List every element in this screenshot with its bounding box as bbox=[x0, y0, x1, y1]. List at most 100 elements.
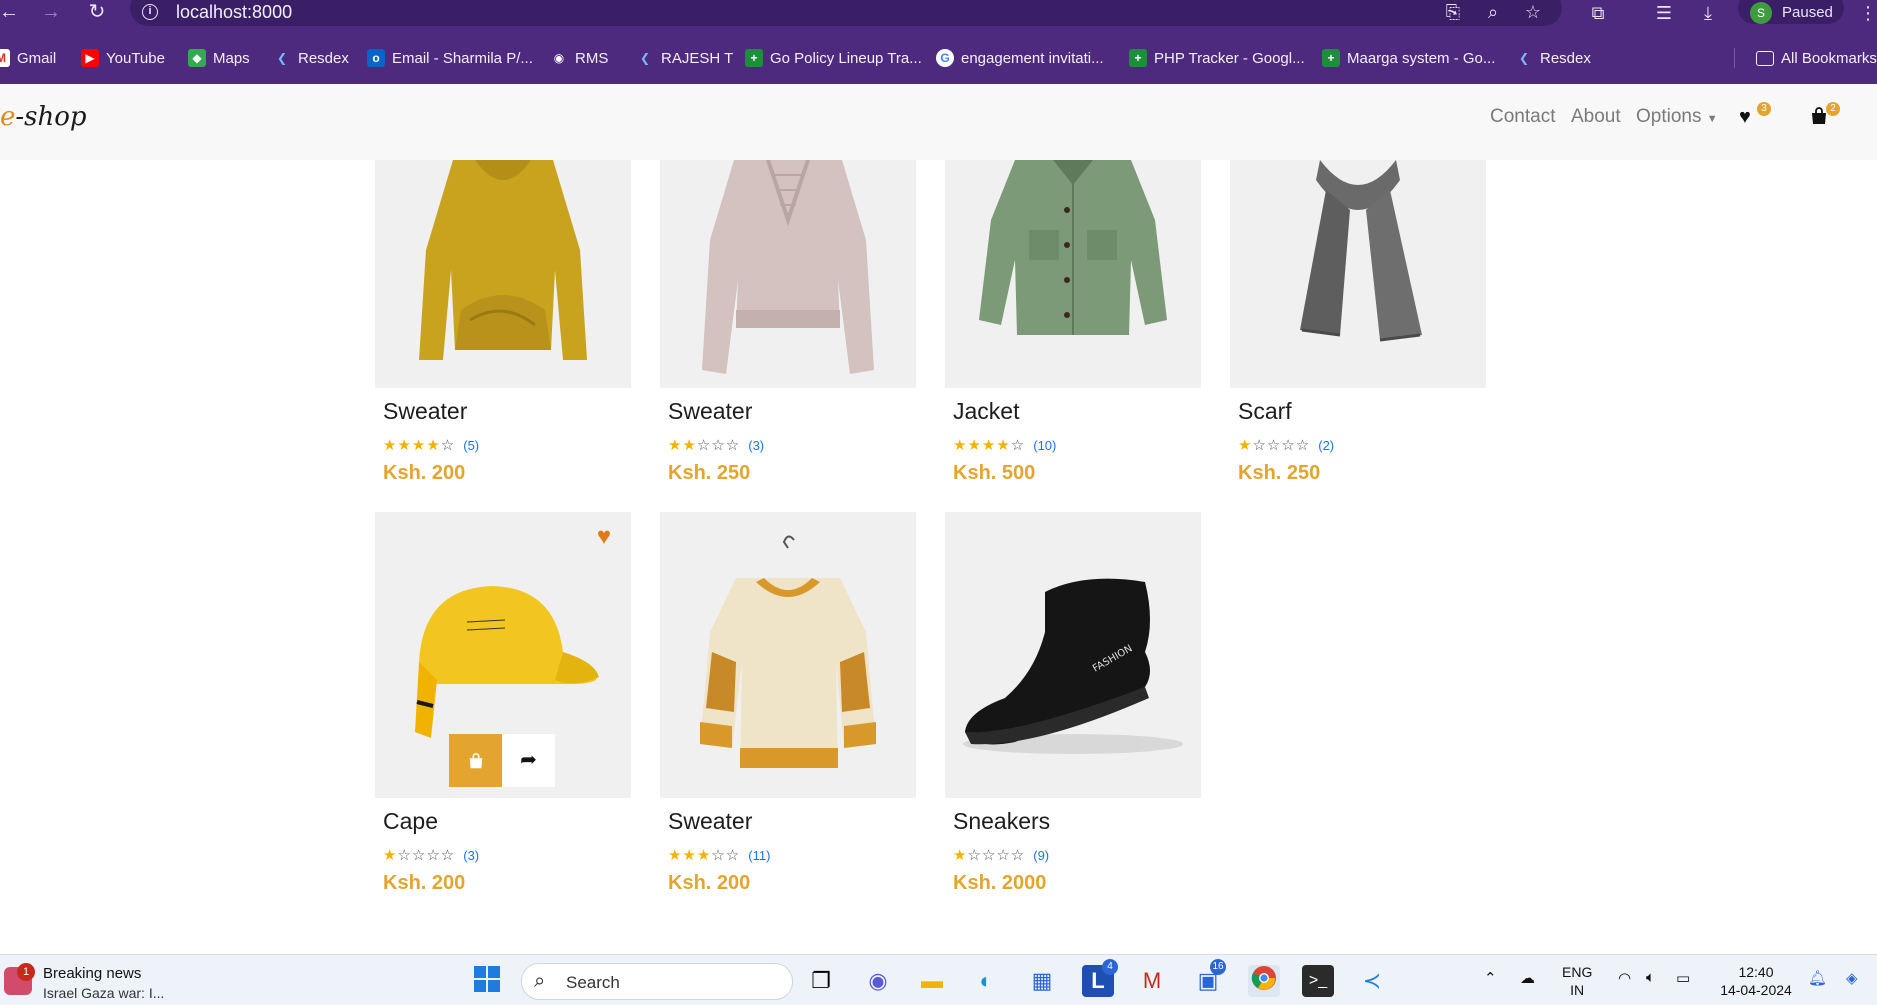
sheets-icon: + bbox=[1129, 49, 1147, 67]
tray-chevron-up-icon[interactable]: ⌃ bbox=[1484, 969, 1497, 987]
product-card[interactable]: Sweater ★★★★ ☆ (5) Ksh. 200 bbox=[375, 160, 631, 490]
bookmark-resdex-2[interactable]: ❮ Resdex bbox=[1515, 44, 1591, 72]
bookmark-maps[interactable]: ◆ Maps bbox=[188, 44, 250, 72]
zoom-icon[interactable]: ⌕ bbox=[1482, 1, 1504, 23]
bookmark-php-tracker[interactable]: + PHP Tracker - Googl... bbox=[1129, 44, 1305, 72]
product-card[interactable]: Scarf ★ ☆☆☆☆ (2) Ksh. 250 bbox=[1230, 160, 1486, 490]
chrome-icon[interactable] bbox=[1248, 965, 1280, 997]
product-image[interactable] bbox=[660, 512, 916, 798]
add-to-cart-button[interactable] bbox=[449, 734, 502, 787]
volume-icon[interactable]: 🔈︎ bbox=[1646, 969, 1655, 986]
terminal-icon[interactable]: >_ bbox=[1302, 965, 1334, 997]
product-name[interactable]: Cape bbox=[383, 808, 438, 835]
bookmark-label: RMS bbox=[575, 49, 609, 67]
product-image[interactable] bbox=[660, 160, 916, 388]
product-card[interactable]: Jacket ★★★★ ☆ (10) Ksh. 500 bbox=[945, 160, 1201, 490]
product-image[interactable]: FASHION bbox=[945, 512, 1201, 798]
onedrive-cloud-icon[interactable]: ☁ bbox=[1520, 969, 1535, 987]
product-image[interactable] bbox=[375, 160, 631, 388]
nav-contact[interactable]: Contact bbox=[1490, 106, 1555, 128]
nav-about[interactable]: About bbox=[1571, 106, 1621, 128]
l-app-badge: 4 bbox=[1102, 959, 1118, 975]
stars-empty: ☆☆☆☆ bbox=[397, 847, 456, 864]
wishlist-heart-icon[interactable]: ♥ bbox=[1739, 106, 1751, 129]
resdex-icon: ❮ bbox=[639, 51, 651, 65]
site-logo[interactable]: e-shop bbox=[0, 102, 87, 132]
bookmark-rajesh[interactable]: ❮ RAJESH T bbox=[636, 44, 733, 72]
copilot-icon[interactable]: ◈ bbox=[1846, 969, 1858, 987]
product-image[interactable] bbox=[945, 160, 1201, 388]
windows-start-icon[interactable] bbox=[471, 965, 503, 997]
bookmark-youtube[interactable]: ▶ YouTube bbox=[81, 44, 165, 72]
reading-list-icon[interactable]: ☰ bbox=[1652, 2, 1676, 24]
file-explorer-icon[interactable]: ▬ bbox=[916, 965, 948, 997]
install-app-icon[interactable]: ⎘ bbox=[1442, 1, 1464, 23]
bookmark-rms[interactable]: ◉ RMS bbox=[550, 44, 609, 72]
clock[interactable]: 12:40 14-04-2024 bbox=[1716, 963, 1796, 999]
menu-kebab-icon[interactable]: ⋮ bbox=[1856, 2, 1877, 24]
product-name[interactable]: Scarf bbox=[1238, 398, 1292, 425]
bookmark-email[interactable]: o Email - Sharmila P/... bbox=[367, 44, 533, 72]
bookmark-go-policy[interactable]: + Go Policy Lineup Tra... bbox=[745, 44, 922, 72]
review-count[interactable]: (3) bbox=[463, 848, 479, 863]
vscode-icon[interactable]: ≺ bbox=[1356, 965, 1388, 997]
product-name[interactable]: Sweater bbox=[383, 398, 467, 425]
bookmark-star-icon[interactable]: ☆ bbox=[1522, 1, 1544, 23]
language-indicator[interactable]: ENG IN bbox=[1562, 963, 1592, 999]
product-card[interactable]: Sweater ★★★ ☆☆ (11) Ksh. 200 bbox=[660, 512, 916, 902]
maps-icon: ◆ bbox=[188, 49, 206, 67]
review-count[interactable]: (5) bbox=[463, 438, 479, 453]
stars-filled: ★ bbox=[383, 847, 398, 864]
share-button[interactable]: ➦ bbox=[502, 734, 555, 787]
cart-count-badge: 2 bbox=[1826, 102, 1840, 116]
product-card[interactable]: Sweater ★★ ☆☆☆ (3) Ksh. 250 bbox=[660, 160, 916, 490]
review-count[interactable]: (9) bbox=[1033, 848, 1049, 863]
news-headline[interactable]: Israel Gaza war: I... bbox=[43, 985, 164, 1001]
back-arrow-icon[interactable]: ← bbox=[0, 0, 24, 26]
product-name[interactable]: Sweater bbox=[668, 398, 752, 425]
review-count[interactable]: (11) bbox=[748, 848, 770, 863]
product-image[interactable] bbox=[1230, 160, 1486, 388]
favorite-heart-icon[interactable]: ♥ bbox=[591, 524, 617, 550]
product-name[interactable]: Jacket bbox=[953, 398, 1019, 425]
product-name[interactable]: Sweater bbox=[668, 808, 752, 835]
lang-top: ENG bbox=[1562, 964, 1593, 980]
product-card[interactable]: FASHION Sneakers ★ ☆☆☆☆ (9) Ksh. 2000 bbox=[945, 512, 1201, 902]
bookmark-engagement[interactable]: Gengagement invitati... bbox=[936, 44, 1104, 72]
url-text[interactable]: localhost:8000 bbox=[176, 2, 292, 23]
product-card[interactable]: ♥ ➦ Cape ★ ☆☆☆☆ (3) Ksh. 200 bbox=[375, 512, 631, 902]
site-info-icon[interactable]: i bbox=[142, 4, 158, 20]
bookmark-label: All Bookmarks bbox=[1781, 49, 1877, 67]
download-icon[interactable]: ⤓ bbox=[1696, 2, 1720, 24]
review-count[interactable]: (2) bbox=[1318, 438, 1334, 453]
task-view-icon[interactable]: ❐ bbox=[805, 965, 837, 997]
bookmark-label: Go Policy Lineup Tra... bbox=[770, 49, 922, 67]
notification-bell-icon[interactable]: 🔔︎ bbox=[1808, 969, 1827, 987]
chat-icon[interactable]: ◉ bbox=[862, 965, 894, 997]
wifi-icon[interactable]: ◠ bbox=[1618, 969, 1631, 987]
edge-browser-icon[interactable]: ◐ bbox=[970, 965, 1002, 997]
bookmark-resdex[interactable]: ❮ Resdex bbox=[273, 44, 349, 72]
profile-status: Paused bbox=[1782, 4, 1833, 21]
nav-options-dropdown[interactable]: Options ▼ bbox=[1636, 106, 1718, 128]
bookmark-gmail[interactable]: M Gmail bbox=[0, 44, 56, 72]
product-name[interactable]: Sneakers bbox=[953, 808, 1050, 835]
sheets-icon: + bbox=[745, 49, 763, 67]
mcafee-icon[interactable]: M bbox=[1136, 965, 1168, 997]
reload-icon[interactable]: ↻ bbox=[82, 0, 112, 26]
profile-button[interactable]: S Paused bbox=[1738, 0, 1844, 24]
taskbar-search[interactable]: ⌕ Search bbox=[521, 963, 793, 1000]
bookmark-maarga[interactable]: + Maarga system - Go... bbox=[1322, 44, 1495, 72]
store-icon[interactable]: ▦ bbox=[1026, 965, 1058, 997]
all-bookmarks[interactable]: All Bookmarks bbox=[1756, 44, 1877, 72]
review-count[interactable]: (3) bbox=[748, 438, 764, 453]
sweater-image bbox=[419, 160, 587, 360]
address-bar[interactable]: i localhost:8000 ⎘ ⌕ ☆ bbox=[130, 0, 1562, 26]
bookmark-label: Resdex bbox=[1540, 49, 1591, 67]
review-count[interactable]: (10) bbox=[1033, 438, 1056, 453]
news-title[interactable]: Breaking news bbox=[43, 965, 141, 982]
lang-bottom: IN bbox=[1570, 982, 1585, 998]
battery-icon[interactable]: ▭ bbox=[1676, 969, 1690, 987]
extensions-icon[interactable]: ⧉ bbox=[1586, 2, 1610, 24]
forward-arrow-icon[interactable]: → bbox=[36, 0, 66, 26]
